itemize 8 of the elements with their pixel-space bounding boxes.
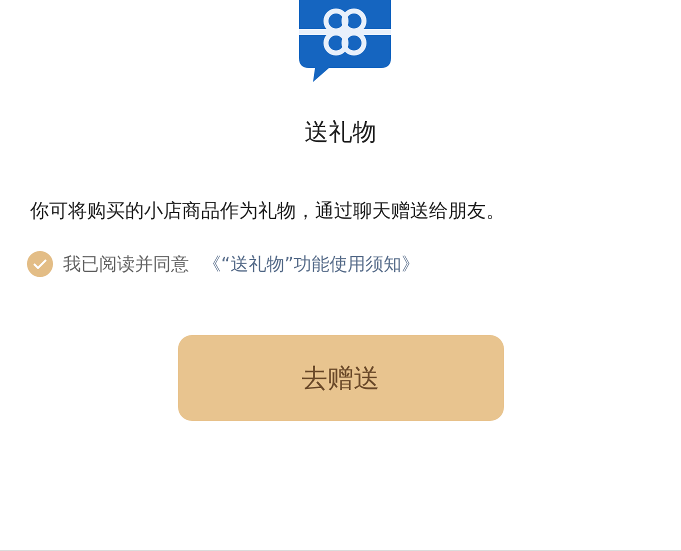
agree-checkbox[interactable] <box>27 251 53 277</box>
checkmark-icon <box>33 259 47 269</box>
gift-chat-icon <box>298 0 390 84</box>
send-button[interactable]: 去赠送 <box>178 335 504 421</box>
terms-link[interactable]: 《“送礼物”功能使用须知》 <box>203 252 420 276</box>
agree-label: 我已阅读并同意 <box>63 253 189 276</box>
dialog-title: 送礼物 <box>304 117 378 148</box>
description-text: 你可将购买的小店商品作为礼物，通过聊天赠送给朋友。 <box>30 199 506 224</box>
